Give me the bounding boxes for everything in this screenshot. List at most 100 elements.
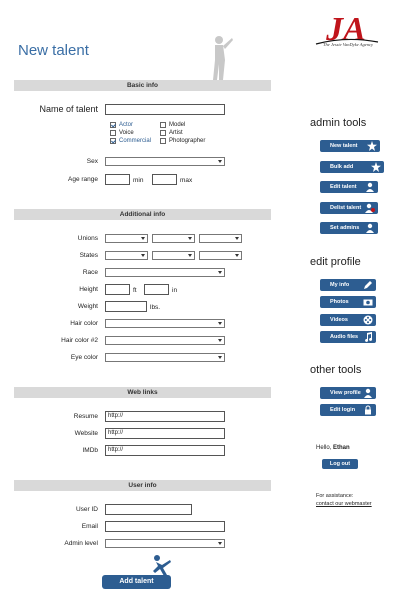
hair-color-2-select[interactable] (105, 336, 225, 345)
race-label: Race (82, 269, 98, 276)
email-label: Email (81, 523, 98, 530)
section-basic-info: Basic info (14, 80, 271, 91)
dancer-icon (153, 555, 171, 576)
add-talent-button[interactable]: Add talent (102, 575, 171, 589)
name-input[interactable] (105, 104, 225, 115)
edit-profile-heading: edit profile (310, 256, 361, 268)
states-select-1[interactable] (105, 251, 148, 260)
set-admins-button[interactable]: Set admins (320, 222, 378, 234)
stars-icon (371, 162, 381, 172)
contact-webmaster-link[interactable]: contact our webmaster (316, 501, 372, 507)
star-icon (367, 141, 377, 151)
set-admins-label: Set admins (330, 225, 360, 231)
film-reel-icon (363, 315, 373, 325)
height-ft-label: ft (133, 287, 137, 294)
admin-person-icon (366, 223, 374, 233)
photos-button[interactable]: Photos (320, 296, 376, 308)
user-id-input[interactable] (105, 504, 192, 515)
user-id-label: User ID (75, 506, 98, 513)
audio-files-button[interactable]: Audio files (320, 331, 376, 343)
role-photographer-checkbox[interactable]: Photographer (160, 138, 205, 144)
role-artist-checkbox[interactable]: Artist (160, 130, 183, 136)
hair-color-label: Hair color (70, 320, 98, 327)
view-profile-label: View profile (330, 390, 361, 396)
singer-silhouette-icon (213, 36, 233, 80)
logo-tagline: The Jessie VanDyke Agency (322, 42, 374, 47)
section-user-info: User info (14, 480, 271, 491)
admin-tools-heading: admin tools (310, 117, 367, 129)
hair-color-select[interactable] (105, 319, 225, 328)
age-max-input[interactable] (152, 174, 177, 185)
role-model-checkbox[interactable]: Model (160, 122, 185, 128)
edit-login-label: Edit login (330, 407, 356, 413)
person-icon (364, 388, 372, 398)
bulk-add-button[interactable]: Bulk add (320, 161, 384, 173)
user-name: Ethan (333, 445, 350, 451)
view-profile-button[interactable]: View profile (320, 387, 376, 399)
section-additional-info: Additional info (14, 209, 271, 220)
race-select[interactable] (105, 268, 225, 277)
role-actor-checkbox[interactable]: Actor (110, 122, 133, 128)
weight-label: Weight (77, 303, 98, 310)
website-input[interactable]: http:// (105, 428, 225, 439)
edit-talent-button[interactable]: Edit talent (320, 181, 378, 193)
resume-label: Resume (73, 413, 98, 420)
states-label: States (79, 252, 98, 259)
height-label: Height (79, 286, 98, 293)
delist-talent-button[interactable]: Delist talent (320, 202, 378, 214)
unions-select-1[interactable] (105, 234, 148, 243)
photos-label: Photos (330, 299, 349, 305)
age-min-label: min (133, 177, 144, 184)
imdb-label: IMDb (82, 447, 98, 454)
name-label: Name of talent (39, 104, 98, 114)
videos-button[interactable]: Videos (320, 314, 376, 326)
role-commercial-checkbox[interactable]: Commercial (110, 138, 151, 144)
person-icon (366, 182, 374, 192)
unions-label: Unions (77, 235, 98, 242)
section-web-links: Web links (14, 387, 271, 398)
greeting-prefix: Hello, (316, 445, 332, 451)
remove-person-icon (365, 203, 375, 213)
unions-select-3[interactable] (199, 234, 242, 243)
weight-input[interactable] (105, 301, 147, 312)
resume-input[interactable]: http:// (105, 411, 225, 422)
camera-icon (363, 299, 373, 306)
imdb-input[interactable]: http:// (105, 445, 225, 456)
states-select-3[interactable] (199, 251, 242, 260)
age-range-label: Age range (68, 176, 98, 183)
pencil-icon (364, 281, 372, 289)
edit-login-button[interactable]: Edit login (320, 404, 376, 416)
audio-files-label: Audio files (330, 334, 359, 340)
role-voice-checkbox[interactable]: Voice (110, 130, 134, 136)
height-ft-input[interactable] (105, 284, 130, 295)
lock-icon (365, 405, 371, 415)
new-talent-label: New talent (330, 143, 358, 149)
page-title: New talent (18, 42, 89, 59)
email-input[interactable] (105, 521, 225, 532)
unions-select-2[interactable] (152, 234, 195, 243)
website-label: Website (74, 430, 98, 437)
height-in-label: in (172, 287, 178, 294)
sex-label: Sex (86, 158, 98, 165)
edit-talent-label: Edit talent (330, 184, 357, 190)
bulk-add-label: Bulk add (330, 164, 354, 170)
my-info-button[interactable]: My info (320, 279, 376, 291)
my-info-label: My info (330, 282, 350, 288)
admin-level-select[interactable] (105, 539, 225, 548)
logout-button[interactable]: Log out (322, 459, 358, 469)
admin-level-label: Admin level (64, 540, 98, 547)
eye-color-select[interactable] (105, 353, 225, 362)
age-min-input[interactable] (105, 174, 130, 185)
eye-color-label: Eye color (70, 354, 98, 361)
states-select-2[interactable] (152, 251, 195, 260)
delist-talent-label: Delist talent (330, 205, 362, 211)
height-in-input[interactable] (144, 284, 169, 295)
greeting: Hello, Ethan (316, 445, 350, 451)
other-tools-heading: other tools (310, 364, 362, 376)
hair-color-2-label: Hair color #2 (61, 337, 98, 344)
sex-select[interactable] (105, 157, 225, 166)
age-max-label: max (180, 177, 193, 184)
weight-unit: lbs. (150, 304, 161, 311)
new-talent-button[interactable]: New talent (320, 140, 380, 152)
videos-label: Videos (330, 317, 348, 323)
